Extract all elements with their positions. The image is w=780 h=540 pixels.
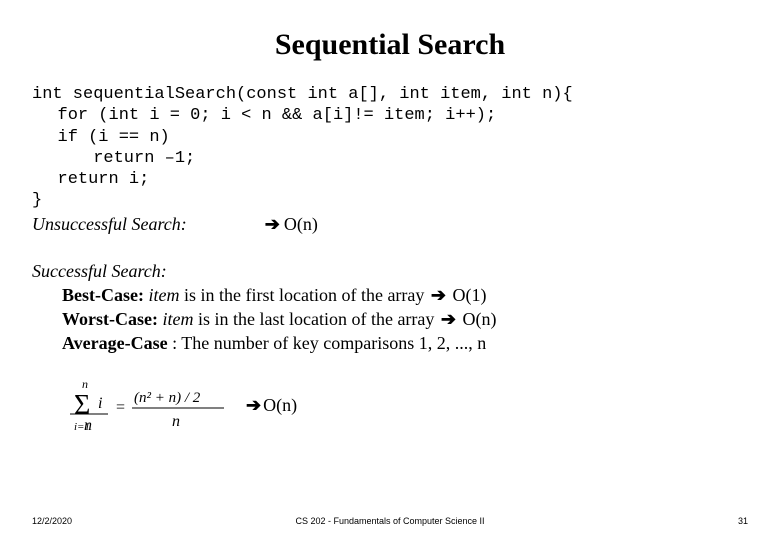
footer-course: CS 202 - Fundamentals of Computer Scienc…	[295, 516, 484, 526]
unsuccessful-complexity: ➔ O(n)	[265, 214, 318, 235]
footer-date: 12/2/2020	[32, 516, 72, 526]
best-case-desc: is in the first location of the array	[184, 285, 429, 305]
sigma-body: i	[98, 395, 102, 412]
successful-label: Successful Search:	[32, 259, 748, 283]
denom1: n	[84, 417, 92, 434]
code-line-1: int sequentialSearch(const int a[], int …	[32, 84, 748, 105]
code-line-4: return –1;	[32, 148, 748, 169]
best-case-bigO: O(1)	[453, 285, 487, 305]
worst-case-bigO: O(n)	[463, 309, 497, 329]
formula-row: n Σ i=1 i n = (n² + n) / 2 n ➔ O(n)	[32, 376, 748, 436]
best-case-item: item	[148, 285, 179, 305]
numerator2: (n² + n) / 2	[134, 390, 201, 406]
arrow-icon: ➔	[441, 309, 456, 329]
sigma-upper: n	[82, 377, 88, 391]
slide-title: Sequential Search	[32, 28, 748, 62]
average-case-line: Average-Case : The number of key compari…	[32, 331, 748, 355]
worst-case-item: item	[162, 309, 193, 329]
best-case-name: Best-Case:	[62, 285, 144, 305]
equals: =	[116, 399, 125, 416]
formula-complexity: ➔ O(n)	[244, 395, 297, 416]
unsuccessful-bigO: O(n)	[284, 214, 318, 235]
formula-image: n Σ i=1 i n = (n² + n) / 2 n	[64, 376, 234, 436]
footer-page-number: 31	[738, 516, 748, 526]
average-case-desc: : The number of key comparisons 1, 2, ..…	[172, 333, 486, 353]
successful-search-section: Successful Search: Best-Case: item is in…	[32, 259, 748, 356]
unsuccessful-search-row: Unsuccessful Search: ➔ O(n)	[32, 214, 748, 235]
code-line-6: }	[32, 190, 748, 211]
best-case-line: Best-Case: item is in the first location…	[32, 283, 748, 307]
denom2: n	[172, 413, 180, 430]
arrow-icon: ➔	[265, 214, 280, 235]
average-case-name: Average-Case	[62, 333, 168, 353]
worst-case-line: Worst-Case: item is in the last location…	[32, 307, 748, 331]
code-block: int sequentialSearch(const int a[], int …	[32, 84, 748, 212]
formula-bigO: O(n)	[263, 395, 297, 416]
worst-case-desc: is in the last location of the array	[198, 309, 439, 329]
worst-case-name: Worst-Case:	[62, 309, 158, 329]
arrow-icon: ➔	[431, 285, 446, 305]
code-line-2: for (int i = 0; i < n && a[i]!= item; i+…	[32, 105, 748, 126]
arrow-icon: ➔	[246, 395, 261, 416]
footer: 12/2/2020 CS 202 - Fundamentals of Compu…	[32, 516, 748, 526]
code-line-3: if (i == n)	[32, 127, 748, 148]
code-line-5: return i;	[32, 169, 748, 190]
unsuccessful-label: Unsuccessful Search:	[32, 214, 187, 235]
